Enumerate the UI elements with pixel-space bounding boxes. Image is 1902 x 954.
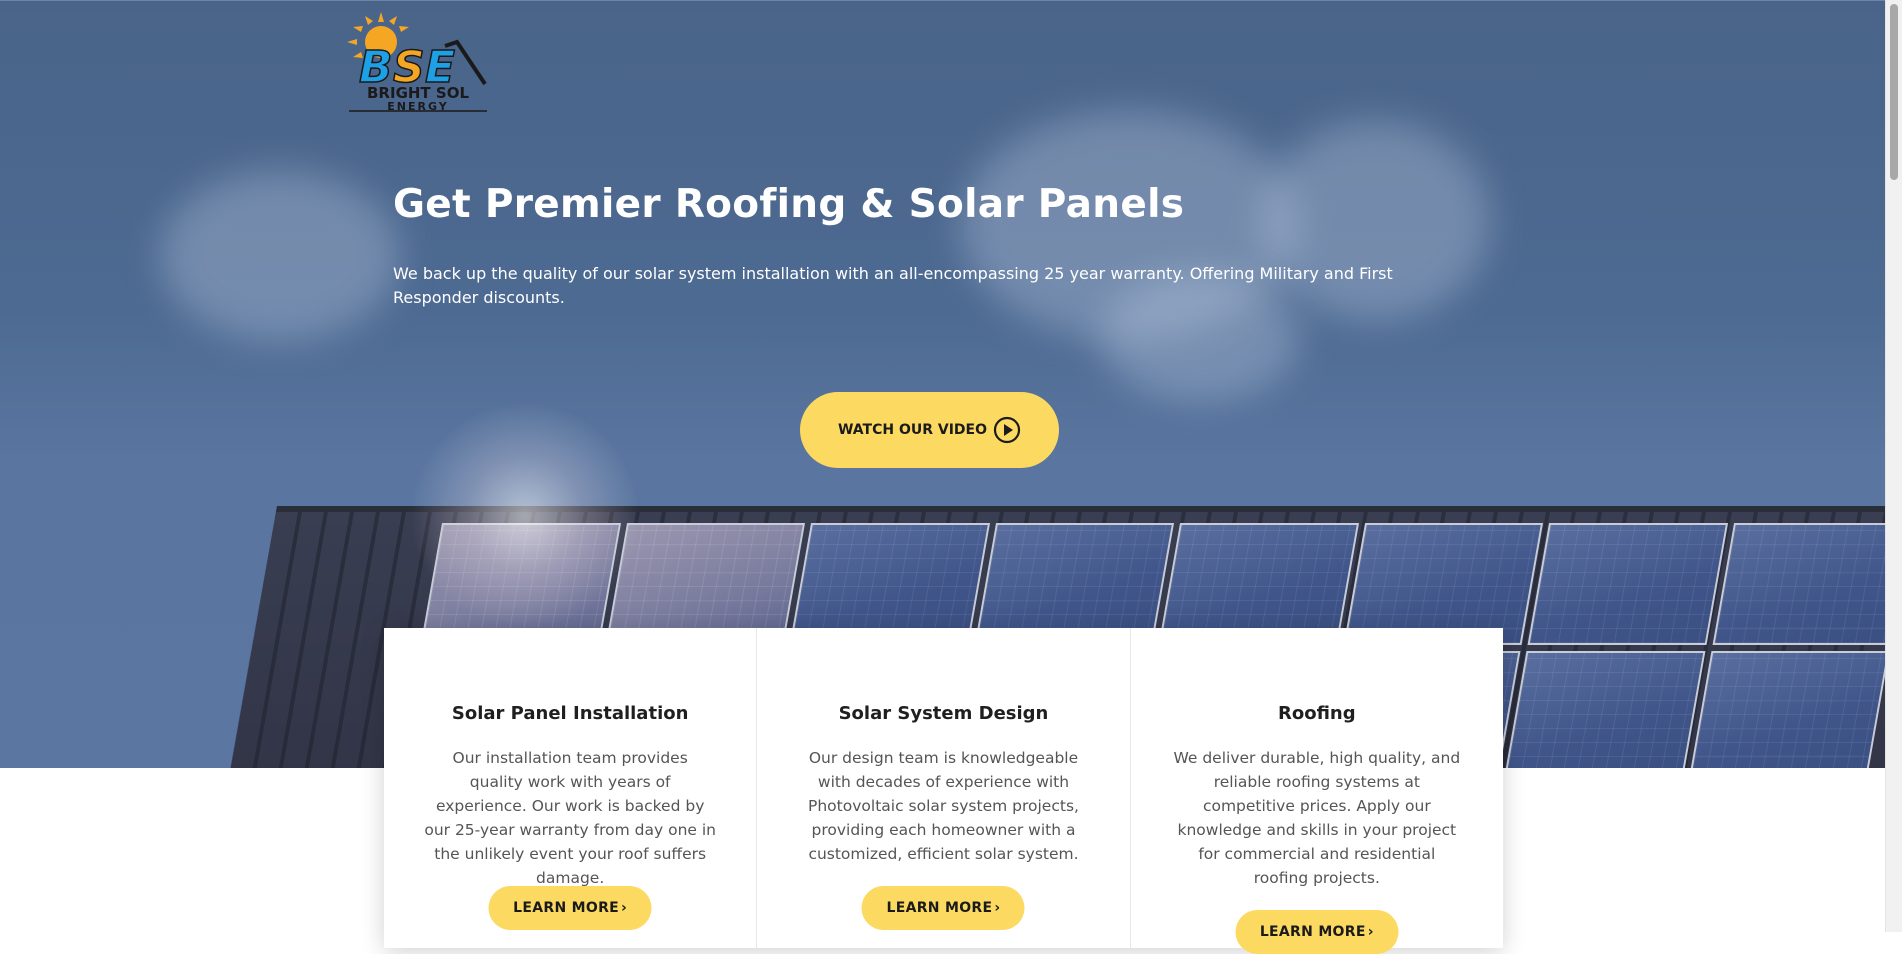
page-scrollbar[interactable] [1885,0,1902,932]
chevron-right-icon: › [621,900,628,916]
hero-subtitle: We back up the quality of our solar syst… [393,264,1393,307]
service-description: Our installation team provides quality w… [424,749,716,887]
chevron-right-icon: › [994,900,1001,916]
learn-more-label: LEARN MORE [1259,924,1366,940]
bright-sol-logo-icon: B S E BRIGHT SOL ENERGY [347,12,487,113]
solar-panel [789,523,990,645]
solar-panel [1712,523,1886,645]
play-circle-icon [993,416,1021,444]
watch-video-label: WATCH OUR VIDEO [837,422,988,438]
service-title: Solar Panel Installation [451,703,689,724]
solar-panel [974,523,1175,645]
solar-panel [1158,523,1359,645]
learn-more-button-roofing[interactable]: LEARN MORE › [1235,910,1399,954]
service-card-solar-installation: Solar Panel Installation Our installatio… [384,628,756,948]
cloud-decoration [160,171,400,341]
brand-logo[interactable]: B S E BRIGHT SOL ENERGY [345,12,491,114]
service-title: Solar System Design [838,703,1049,724]
learn-more-label: LEARN MORE [513,900,620,916]
logo-name-line2: ENERGY [387,100,448,113]
scrollbar-thumb[interactable] [1890,4,1898,180]
chevron-right-icon: › [1367,924,1374,940]
watch-video-button[interactable]: WATCH OUR VIDEO [800,392,1059,468]
learn-more-button-solar-installation[interactable]: LEARN MORE › [488,886,652,930]
hero-title: Get Premier Roofing & Solar Panels [393,182,1185,227]
service-card-roofing: Roofing We deliver durable, high quality… [1129,628,1503,954]
solar-panel [1689,651,1886,768]
learn-more-label: LEARN MORE [886,900,993,916]
service-description: We deliver durable, high quality, and re… [1173,749,1461,887]
learn-more-button-system-design[interactable]: LEARN MORE › [861,886,1025,930]
solar-panel [1504,651,1705,768]
service-description: Our design team is knowledgeable with de… [808,749,1079,863]
services-cards: Solar Panel Installation Our installatio… [384,628,1503,954]
solar-panel [1343,523,1544,645]
solar-panel [1527,523,1728,645]
service-title: Roofing [1278,703,1356,724]
sun-glow [410,401,640,631]
service-card-system-design: Solar System Design Our design team is k… [756,628,1129,948]
